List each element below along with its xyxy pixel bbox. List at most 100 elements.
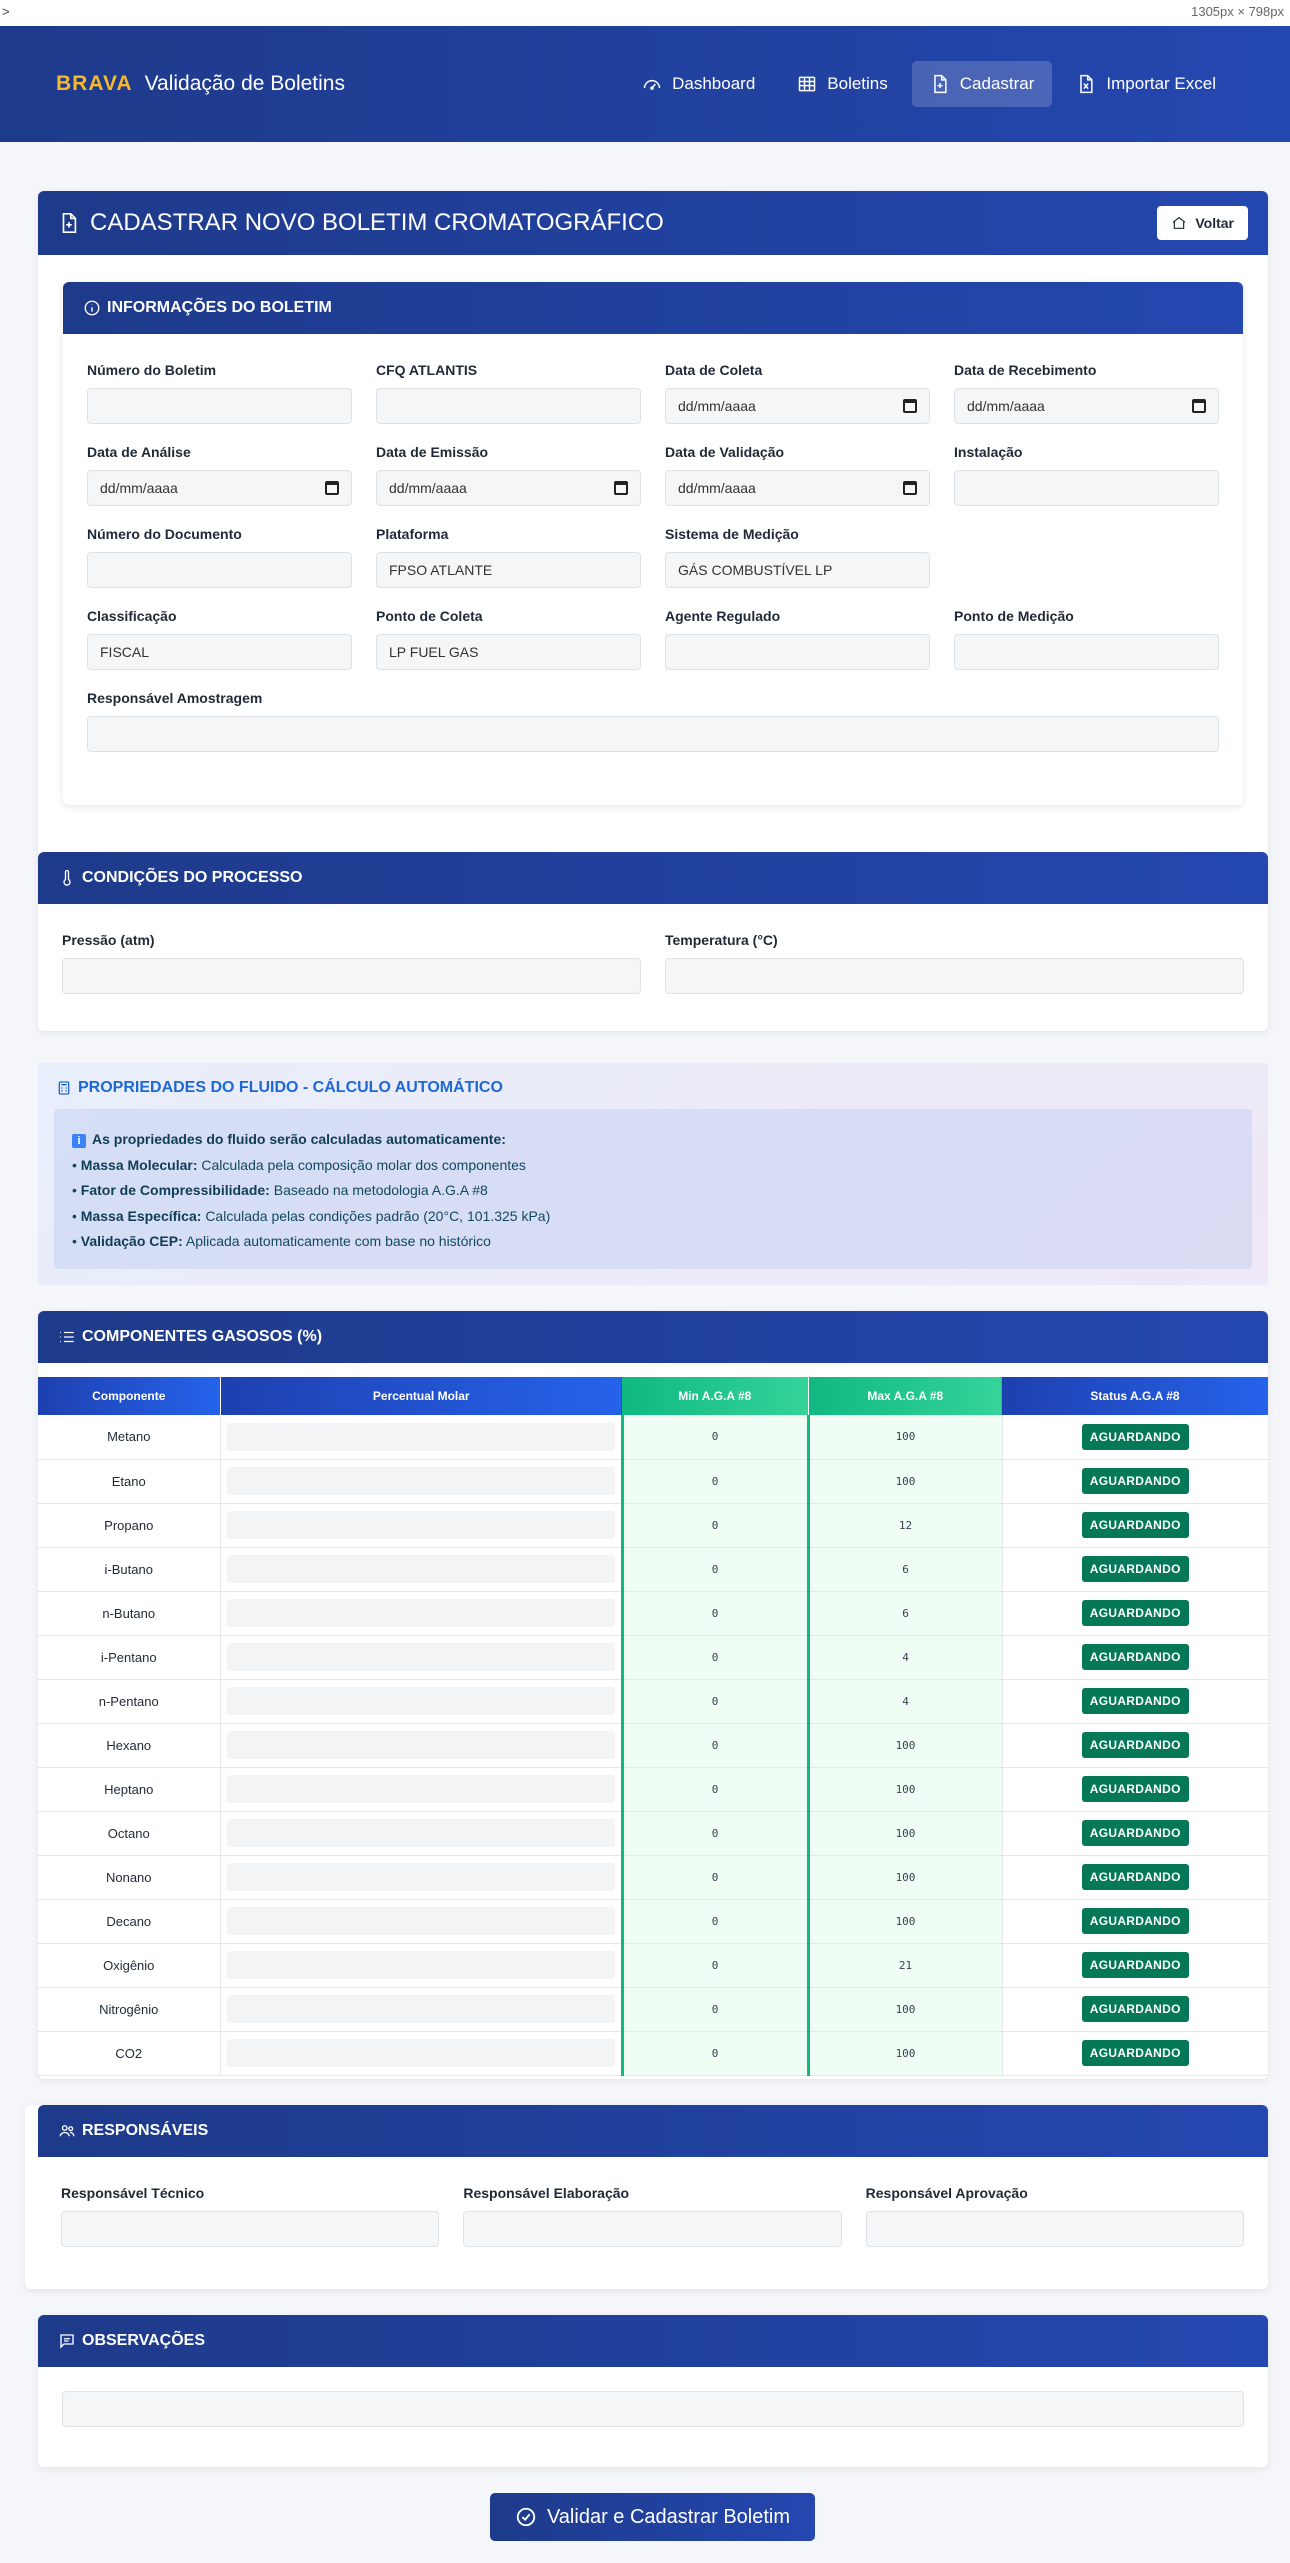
field-responsavel-tecnico: Responsável Técnico: [61, 2185, 440, 2247]
nav-item-dashboard[interactable]: Dashboard: [624, 61, 773, 107]
agente-regulado-input[interactable]: [665, 634, 930, 670]
component-name: Nonano: [38, 1855, 220, 1900]
back-button-label: Voltar: [1195, 215, 1234, 231]
classificacao-input[interactable]: FISCAL: [87, 634, 352, 670]
percentual-input[interactable]: [226, 1422, 615, 1451]
status-cell: AGUARDANDO: [1001, 1415, 1268, 1460]
responsavel-amostragem-input[interactable]: [87, 716, 1219, 752]
table-row: Hexano 0 100 AGUARDANDO: [38, 1723, 1268, 1768]
instalacao-input[interactable]: [954, 470, 1219, 506]
table-row: Oxigênio 0 21 AGUARDANDO: [38, 1943, 1268, 1988]
min-value: 0: [620, 1679, 808, 1724]
percentual-input[interactable]: [226, 1819, 615, 1847]
data-emissao-input[interactable]: dd/mm/aaaa: [376, 470, 641, 506]
field-ponto-medicao: Ponto de Medição: [954, 608, 1219, 670]
thermometer-icon: [63, 869, 71, 886]
percentual-input[interactable]: [226, 1687, 615, 1715]
percentual-input[interactable]: [226, 1775, 615, 1803]
responsavel-aprovacao-input[interactable]: [865, 2211, 1244, 2247]
info-section-header: INFORMAÇÕES DO BOLETIM: [63, 282, 1243, 334]
field-data-recebimento: Data de Recebimento dd/mm/aaaa: [954, 362, 1219, 424]
brand-name: BRAVA: [56, 72, 133, 95]
back-button[interactable]: Voltar: [1157, 206, 1248, 240]
percentual-input[interactable]: [226, 1863, 615, 1891]
status-cell: AGUARDANDO: [1001, 1767, 1268, 1812]
nav-item-boletins[interactable]: Boletins: [779, 61, 905, 107]
brand[interactable]: BRAVA Validação de Boletins: [56, 72, 345, 96]
pressao-input[interactable]: [62, 958, 641, 994]
temperatura-input[interactable]: [665, 958, 1244, 994]
item-text: Calculada pelas condições padrão (20°C, …: [205, 1207, 551, 1224]
submit-button[interactable]: Validar e Cadastrar Boletim: [490, 2493, 815, 2541]
file-plus-icon: [934, 74, 947, 94]
field-label: Número do Documento: [87, 526, 242, 542]
field-ponto-coleta: Ponto de Coleta LP FUEL GAS: [376, 608, 641, 670]
status-badge: AGUARDANDO: [1081, 1468, 1189, 1494]
observacoes-section-header: OBSERVAÇÕES: [38, 2315, 1268, 2367]
calendar-icon[interactable]: [903, 399, 917, 413]
date-value: dd/mm/aaaa: [678, 398, 756, 414]
componentes-table-body: Metano 0 100 AGUARDANDO Etano 0 100 AGUARDANDO P…: [38, 1415, 1268, 2076]
component-name: i-Butano: [38, 1547, 220, 1592]
percentual-input[interactable]: [226, 1995, 615, 2023]
responsavel-elaboracao-input[interactable]: [463, 2211, 842, 2247]
numero-boletim-input[interactable]: [87, 388, 352, 424]
ponto-coleta-input[interactable]: LP FUEL GAS: [376, 634, 641, 670]
calendar-icon[interactable]: [1192, 399, 1206, 413]
nav-item-label: Importar Excel: [1106, 74, 1216, 93]
data-recebimento-input[interactable]: dd/mm/aaaa: [954, 388, 1219, 424]
percentual-input[interactable]: [226, 1511, 615, 1539]
sistema-medicao-input[interactable]: GÁS COMBUSTÍVEL LP: [665, 552, 930, 588]
table-row: Nonano 0 100 AGUARDANDO: [38, 1855, 1268, 1900]
percentual-cell: [219, 1767, 622, 1812]
status-cell: AGUARDANDO: [1001, 1987, 1268, 2032]
plataforma-input[interactable]: FPSO ATLANTE: [376, 552, 641, 588]
data-analise-input[interactable]: dd/mm/aaaa: [87, 470, 352, 506]
percentual-input[interactable]: [226, 1643, 615, 1671]
max-value: 100: [806, 1855, 1002, 1900]
percentual-input[interactable]: [226, 1467, 615, 1495]
percentual-input[interactable]: [226, 1599, 615, 1627]
field-label: Responsável Amostragem: [87, 690, 263, 706]
percentual-input[interactable]: [226, 1731, 615, 1759]
field-plataforma: Plataforma FPSO ATLANTE: [376, 526, 641, 588]
max-value: 100: [806, 1811, 1002, 1856]
responsaveis-section-title: RESPONSÁVEIS: [82, 2122, 209, 2139]
responsavel-tecnico-input[interactable]: [61, 2211, 440, 2247]
field-label: Ponto de Medição: [954, 608, 1074, 624]
calendar-icon[interactable]: [325, 481, 339, 495]
numero-documento-input[interactable]: [87, 552, 352, 588]
max-value: 4: [806, 1635, 1002, 1680]
percentual-input[interactable]: [226, 1555, 615, 1583]
field-instalacao: Instalação: [954, 444, 1219, 506]
check-circle-icon: [516, 2507, 536, 2527]
status-cell: AGUARDANDO: [1001, 1635, 1268, 1680]
percentual-input[interactable]: [226, 1951, 615, 1979]
field-label: Pressão (atm): [62, 932, 155, 948]
percentual-input[interactable]: [226, 2039, 615, 2067]
data-coleta-input[interactable]: dd/mm/aaaa: [665, 388, 930, 424]
nav-item-cadastrar[interactable]: Cadastrar: [911, 61, 1053, 107]
main-card: CADASTRAR NOVO BOLETIM CROMATOGRÁFICO Vo…: [38, 191, 1268, 1031]
component-name: Etano: [38, 1459, 220, 1504]
calculator-icon: [58, 1081, 70, 1095]
field-label: Plataforma: [376, 526, 449, 542]
responsaveis-section-header: RESPONSÁVEIS: [38, 2105, 1268, 2157]
min-value: 0: [620, 2031, 808, 2076]
ponto-medicao-input[interactable]: [954, 634, 1219, 670]
percentual-input[interactable]: [226, 1907, 615, 1935]
item-key: Fator de Compressibilidade:: [80, 1182, 270, 1198]
data-validacao-input[interactable]: dd/mm/aaaa: [665, 470, 930, 506]
nav-item-importar-excel[interactable]: Importar Excel: [1058, 61, 1234, 107]
field-label: Data de Validação: [665, 444, 785, 460]
status-badge: AGUARDANDO: [1081, 1996, 1189, 2022]
observacoes-textarea[interactable]: [62, 2391, 1244, 2427]
calendar-icon[interactable]: [614, 481, 628, 495]
field-data-emissao: Data de Emissão dd/mm/aaaa: [376, 444, 641, 506]
component-name: Heptano: [38, 1767, 220, 1812]
info-icon: i: [72, 1134, 86, 1148]
percentual-cell: [219, 1811, 622, 1856]
max-value: 6: [806, 1591, 1002, 1636]
calendar-icon[interactable]: [903, 481, 917, 495]
cfq-input[interactable]: [376, 388, 641, 424]
